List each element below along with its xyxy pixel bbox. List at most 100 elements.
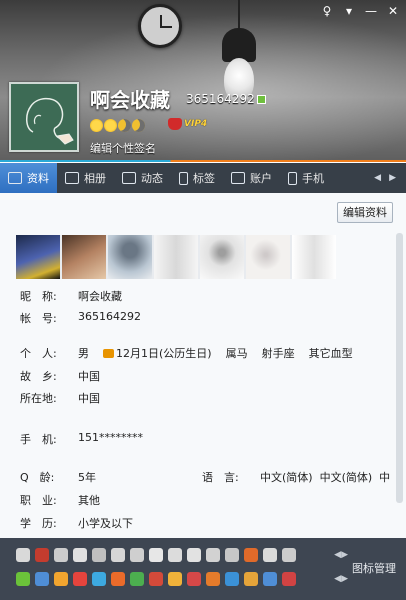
service-icon[interactable]: [54, 572, 68, 586]
skin-icon[interactable]: ♀: [320, 4, 334, 18]
tab-label: 动态: [141, 172, 163, 185]
service-icon[interactable]: [35, 572, 49, 586]
photo-thumbnail[interactable]: [16, 235, 60, 279]
service-icon[interactable]: [263, 572, 277, 586]
info-value: 中国: [78, 392, 100, 405]
info-value: 男 12月1日(公历生日) 属马 射手座 其它血型: [78, 345, 353, 361]
right-arrow-icon[interactable]: ▶: [389, 173, 396, 183]
service-icon[interactable]: [206, 548, 220, 562]
service-icon[interactable]: [187, 548, 201, 562]
info-label: 所在地:: [20, 392, 57, 405]
info-label: 职 业:: [20, 494, 57, 507]
service-icon[interactable]: [187, 572, 201, 586]
close-button[interactable]: ✕: [386, 4, 400, 18]
edit-profile-button[interactable]: 编辑资料: [337, 202, 393, 223]
tab-tags[interactable]: 标签: [171, 163, 223, 193]
profile-info-panel: 编辑资料 昵 称: 啊会收藏 帐 号: 365164292 个 人: 男 12月…: [0, 193, 406, 538]
info-value: 其他: [78, 494, 100, 507]
info-value: 中文(简体) 中文(简体) 中: [260, 471, 391, 484]
service-icon[interactable]: [73, 572, 87, 586]
service-icon[interactable]: [130, 572, 144, 586]
info-hometown-row: 故 乡: 中国: [20, 368, 100, 384]
tray-pager: ◀▶ ◀▶: [334, 550, 348, 584]
info-value: 小学及以下: [78, 517, 133, 530]
gender: 男: [78, 347, 89, 360]
window-controls: ♀ ▾ — ✕: [320, 4, 400, 18]
service-icon[interactable]: [168, 548, 182, 562]
photo-thumbnail[interactable]: [200, 235, 244, 279]
left-arrow-icon[interactable]: ◀: [374, 173, 381, 183]
minimize-button[interactable]: —: [364, 4, 378, 18]
tab-phone[interactable]: 手机: [280, 163, 332, 193]
zodiac: 属马: [225, 347, 248, 360]
info-label: 个 人:: [20, 347, 57, 360]
service-icon[interactable]: [263, 548, 277, 562]
sun-icon: [104, 119, 117, 132]
avatar[interactable]: [9, 82, 79, 152]
service-icon[interactable]: [225, 548, 239, 562]
service-icon[interactable]: [130, 548, 144, 562]
service-icon[interactable]: [54, 548, 68, 562]
info-value: 151********: [78, 431, 143, 444]
photo-thumbnail[interactable]: [154, 235, 198, 279]
birthday: 12月1日(公历生日): [103, 345, 212, 361]
info-label: 手 机:: [20, 433, 57, 446]
service-icon[interactable]: [92, 572, 106, 586]
constellation: 射手座: [261, 347, 295, 360]
info-account-row: 帐 号: 365164292: [20, 310, 141, 326]
vip-label: VIP4: [184, 119, 208, 129]
bookmark-icon: [179, 171, 188, 185]
service-icon[interactable]: [16, 572, 30, 586]
service-icon[interactable]: [35, 548, 49, 562]
tab-album[interactable]: 相册: [57, 163, 114, 193]
service-icon[interactable]: [225, 572, 239, 586]
moon-icon: [118, 119, 131, 132]
info-nickname-row: 昵 称: 啊会收藏: [20, 288, 122, 304]
icon-grid: [14, 544, 298, 592]
service-icon[interactable]: [206, 572, 220, 586]
info-location-row: 所在地: 中国: [20, 390, 100, 406]
service-icon[interactable]: [149, 548, 163, 562]
online-status-icon[interactable]: [257, 95, 266, 104]
service-icon[interactable]: [282, 548, 296, 562]
tab-account[interactable]: 账户: [223, 163, 280, 193]
phone-icon: [288, 171, 297, 185]
service-icon[interactable]: [244, 548, 258, 562]
service-icon[interactable]: [168, 572, 182, 586]
photo-thumbnail[interactable]: [246, 235, 290, 279]
profile-header: ♀ ▾ — ✕ 啊会收藏 365164292 VIP4 编辑个性签名: [0, 0, 406, 162]
service-icon[interactable]: [149, 572, 163, 586]
tab-profile[interactable]: 资料: [0, 163, 57, 193]
tab-label: 资料: [27, 172, 49, 185]
service-icon[interactable]: [282, 572, 296, 586]
info-label: 昵 称:: [20, 290, 57, 303]
tab-label: 相册: [84, 172, 106, 185]
service-icon[interactable]: [111, 572, 125, 586]
service-icon[interactable]: [92, 548, 106, 562]
vip-badge[interactable]: VIP4: [168, 118, 207, 130]
info-value: 中国: [78, 370, 100, 383]
icon-tray: ◀▶ ◀▶ 图标管理: [0, 538, 406, 600]
service-icon[interactable]: [244, 572, 258, 586]
photo-thumbnail[interactable]: [292, 235, 336, 279]
info-value: 啊会收藏: [78, 290, 122, 303]
profile-tabs: 资料 相册 动态 标签 账户 手机 ◀ ▶: [0, 163, 406, 193]
service-icon[interactable]: [111, 548, 125, 562]
birthday-crown-icon: [103, 349, 114, 358]
service-icon[interactable]: [73, 548, 87, 562]
info-label: Q 龄:: [20, 471, 55, 484]
photo-thumbnail[interactable]: [62, 235, 106, 279]
menu-dropdown-icon[interactable]: ▾: [342, 4, 356, 18]
icon-manage-button[interactable]: 图标管理: [352, 560, 396, 576]
info-qage-row: Q 龄: 5年: [20, 469, 96, 485]
qq-level[interactable]: [90, 119, 145, 132]
service-icon[interactable]: [16, 548, 30, 562]
signature-field[interactable]: 编辑个性签名: [90, 140, 156, 156]
info-phone-row: 手 机: 151********: [20, 431, 143, 447]
tray-arrows-icon[interactable]: ◀▶: [334, 574, 348, 584]
info-personal-row: 个 人: 男 12月1日(公历生日) 属马 射手座 其它血型: [20, 345, 353, 361]
tab-feed[interactable]: 动态: [114, 163, 171, 193]
tray-arrows-icon[interactable]: ◀▶: [334, 550, 348, 560]
scrollbar[interactable]: [396, 233, 403, 503]
photo-thumbnail[interactable]: [108, 235, 152, 279]
